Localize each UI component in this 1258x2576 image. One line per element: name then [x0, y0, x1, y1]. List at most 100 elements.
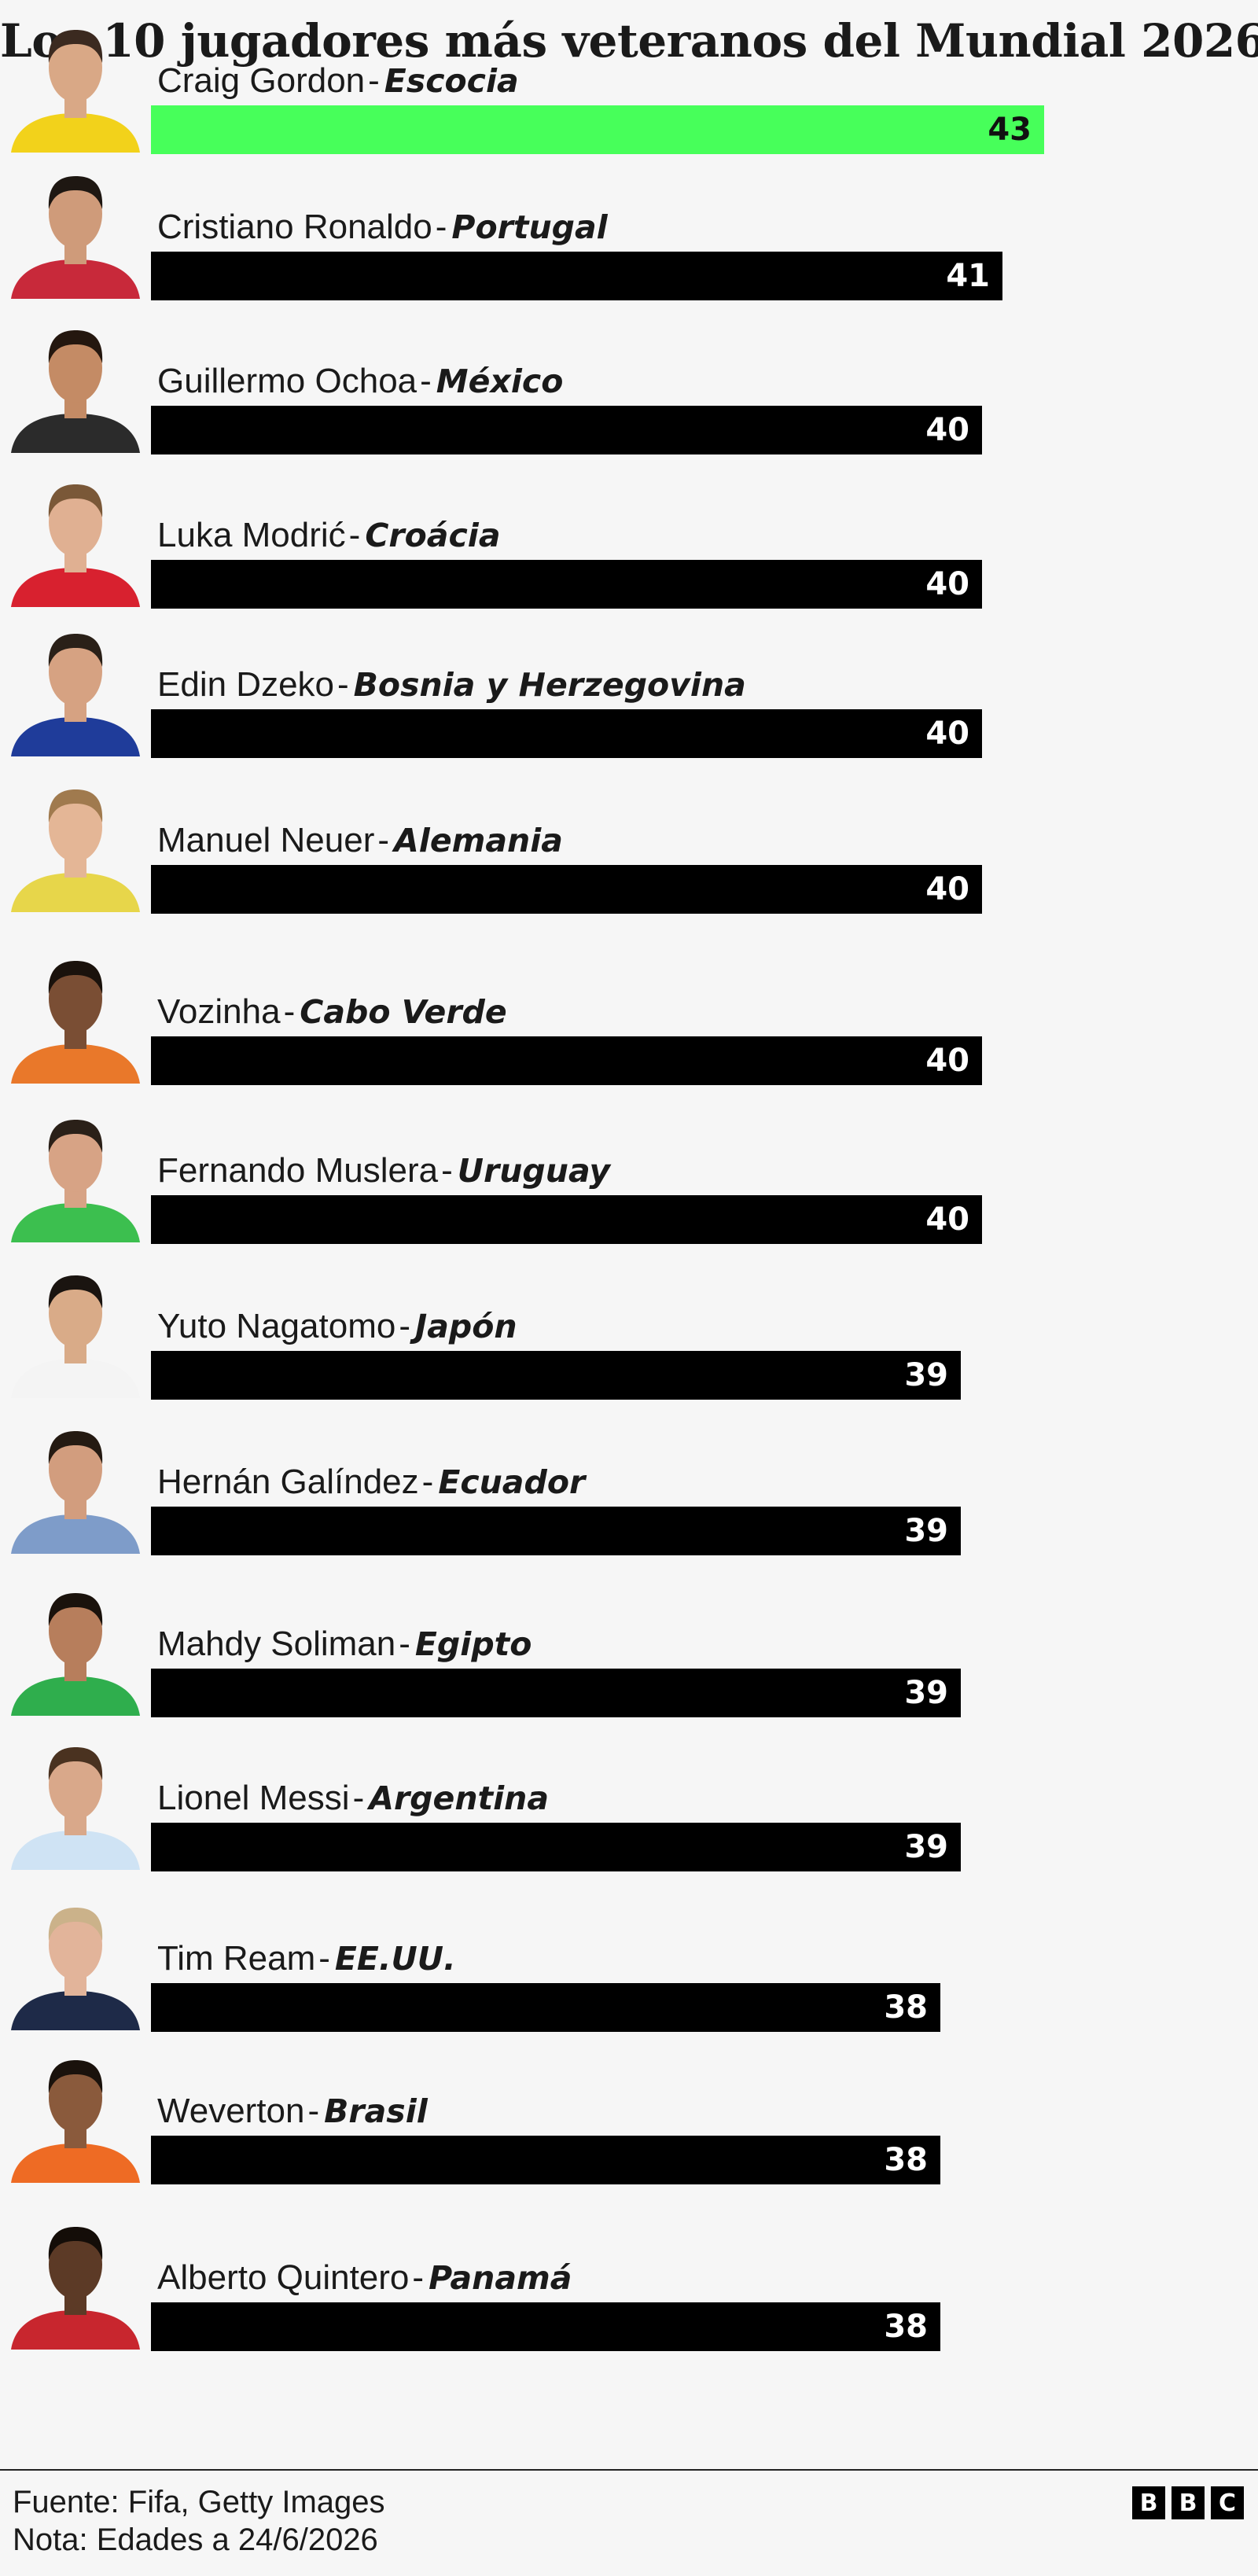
player-row: Lionel Messi- Argentina 39 [0, 1725, 1258, 1875]
player-country: Croácia [365, 517, 501, 554]
avatar-shirt [11, 1203, 140, 1242]
avatar-shirt [11, 2310, 140, 2350]
avatar-shirt [11, 1514, 140, 1554]
label-separator: - [412, 2258, 425, 2297]
label-separator: - [441, 1151, 453, 1190]
avatar-shirt [11, 259, 140, 299]
age-bar: 39 [151, 1823, 961, 1871]
player-label: Luka Modrić- Croácia [157, 516, 501, 555]
avatar-shirt [11, 1991, 140, 2030]
age-bar: 40 [151, 1036, 982, 1085]
age-value-label: 38 [884, 2309, 928, 2345]
avatar-shirt [11, 1831, 140, 1870]
player-label: Manuel Neuer- Alemania [157, 821, 563, 860]
age-bar: 43 [151, 105, 1044, 154]
player-photo [5, 467, 146, 607]
player-photo [5, 944, 146, 1084]
age-bar: 39 [151, 1351, 961, 1400]
avatar-shirt [11, 113, 140, 153]
player-row: Yuto Nagatomo- Japón 39 [0, 1253, 1258, 1403]
label-separator: - [399, 1307, 410, 1345]
player-label: Weverton- Brasil [157, 2092, 428, 2131]
player-name: Guillermo Ochoa [157, 362, 417, 400]
logo-letter: C [1211, 2486, 1244, 2519]
player-row: Manuel Neuer- Alemania 40 [0, 767, 1258, 917]
player-country: Portugal [451, 208, 608, 246]
label-separator: - [368, 61, 380, 100]
player-country: Egipto [414, 1625, 532, 1663]
age-bar: 40 [151, 406, 982, 454]
player-photo [5, 313, 146, 453]
footer-source: Fuente: Fifa, Getty Images Nota: Edades … [13, 2483, 385, 2559]
avatar-shirt [11, 1676, 140, 1716]
player-country: EE.UU. [334, 1940, 456, 1978]
player-photo [5, 1890, 146, 2030]
player-country: Escocia [384, 62, 519, 100]
avatar-shirt [11, 414, 140, 453]
player-label: Alberto Quintero- Panamá [157, 2258, 572, 2298]
bar-chart: Craig Gordon- Escocia 43 Cristiano Ronaldo-… [0, 0, 1258, 2576]
player-photo [5, 772, 146, 912]
player-country: Brasil [324, 2092, 428, 2130]
note-text: Nota: Edades a 24/6/2026 [13, 2523, 378, 2557]
player-country: Bosnia y Herzegovina [353, 666, 746, 704]
player-row: Mahdy Soliman- Egipto 39 [0, 1571, 1258, 1720]
label-separator: - [377, 821, 390, 859]
player-name: Tim Ream [157, 1939, 316, 1978]
player-name: Fernando Muslera [157, 1151, 439, 1190]
label-separator: - [307, 2092, 320, 2130]
age-bar: 39 [151, 1507, 961, 1555]
player-name: Cristiano Ronaldo [157, 208, 432, 246]
player-photo [5, 1414, 146, 1554]
player-photo [5, 616, 146, 756]
player-name: Vozinha [157, 992, 281, 1031]
player-row: Tim Ream- EE.UU. 38 [0, 1886, 1258, 2035]
age-value-label: 38 [884, 2142, 928, 2178]
player-photo [5, 2043, 146, 2183]
player-row: Alberto Quintero- Panamá 38 [0, 2205, 1258, 2354]
player-row: Weverton- Brasil 38 [0, 2038, 1258, 2188]
player-name: Yuto Nagatomo [157, 1307, 396, 1345]
label-separator: - [352, 1779, 365, 1817]
age-bar: 40 [151, 865, 982, 914]
avatar-shirt [11, 568, 140, 607]
age-bar: 38 [151, 1983, 940, 2032]
player-label: Craig Gordon- Escocia [157, 61, 519, 101]
age-value-label: 40 [925, 1043, 969, 1079]
player-photo [5, 1730, 146, 1870]
logo-letter: B [1132, 2486, 1165, 2519]
avatar-shirt [11, 2144, 140, 2183]
player-label: Edin Dzeko- Bosnia y Herzegovina [157, 665, 746, 705]
player-label: Guillermo Ochoa- México [157, 362, 563, 401]
player-country: Japón [414, 1308, 517, 1345]
player-name: Weverton [157, 2092, 305, 2130]
player-row: Fernando Muslera- Uruguay 40 [0, 1098, 1258, 1247]
footer-divider [0, 2469, 1258, 2471]
age-value-label: 43 [988, 112, 1032, 148]
player-name: Manuel Neuer [157, 821, 375, 859]
player-label: Mahdy Soliman- Egipto [157, 1625, 532, 1664]
player-country: Alemania [394, 822, 563, 859]
player-photo [5, 2210, 146, 2350]
player-name: Mahdy Soliman [157, 1625, 396, 1663]
player-label: Hernán Galíndez- Ecuador [157, 1463, 585, 1502]
bbc-logo: B B C [1132, 2486, 1244, 2519]
player-label: Cristiano Ronaldo- Portugal [157, 208, 608, 247]
player-country: Ecuador [438, 1463, 586, 1501]
player-name: Alberto Quintero [157, 2258, 410, 2297]
age-value-label: 39 [904, 1675, 948, 1711]
player-country: Argentina [369, 1779, 550, 1817]
player-photo [5, 159, 146, 299]
player-row: Hernán Galíndez- Ecuador 39 [0, 1409, 1258, 1558]
age-bar: 38 [151, 2302, 940, 2351]
age-value-label: 40 [925, 412, 969, 448]
age-value-label: 40 [925, 1202, 969, 1238]
logo-letter: B [1172, 2486, 1205, 2519]
player-label: Yuto Nagatomo- Japón [157, 1307, 517, 1346]
player-name: Edin Dzeko [157, 665, 335, 704]
player-row: Cristiano Ronaldo- Portugal 41 [0, 154, 1258, 304]
player-name: Luka Modrić [157, 516, 346, 554]
player-name: Lionel Messi [157, 1779, 350, 1817]
age-value-label: 39 [904, 1513, 948, 1549]
avatar-shirt [11, 717, 140, 756]
